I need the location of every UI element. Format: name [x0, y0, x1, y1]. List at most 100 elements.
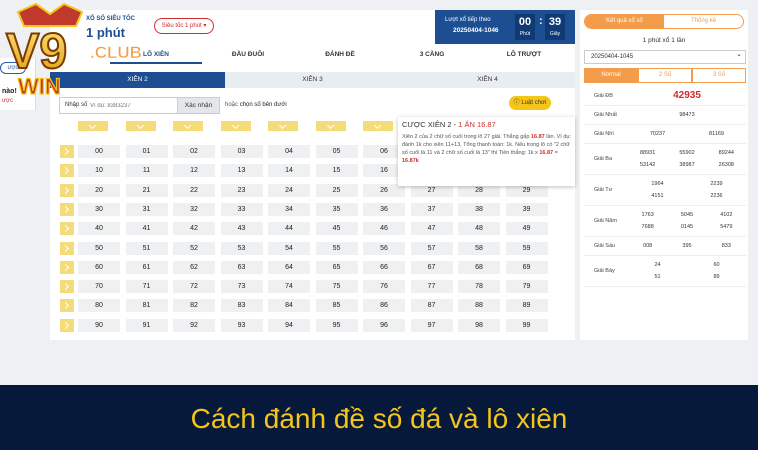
number-cell[interactable]: 63 [220, 260, 263, 274]
number-cell[interactable]: 41 [125, 222, 168, 236]
number-cell[interactable]: 30 [78, 202, 120, 216]
column-select-chevron[interactable] [78, 121, 108, 131]
number-cell[interactable]: 77 [410, 280, 453, 294]
number-cell[interactable]: 74 [268, 280, 310, 294]
number-cell[interactable]: 00 [78, 145, 120, 158]
number-cell[interactable]: 73 [220, 280, 263, 294]
row-select-arrow[interactable] [60, 241, 74, 255]
row-select-arrow[interactable] [60, 222, 74, 236]
number-cell[interactable]: 60 [78, 260, 120, 274]
number-cell[interactable]: 42 [173, 222, 215, 236]
number-cell[interactable]: 31 [125, 202, 168, 216]
number-cell[interactable]: 03 [220, 145, 263, 158]
subtab-xien-3[interactable]: XIÊN 3 [225, 72, 400, 88]
number-cell[interactable]: 62 [173, 260, 215, 274]
column-select-chevron[interactable] [268, 121, 298, 131]
number-cell[interactable]: 11 [125, 164, 168, 178]
number-cell[interactable]: 54 [268, 241, 310, 255]
number-cell[interactable]: 55 [315, 241, 358, 255]
number-cell[interactable]: 99 [505, 318, 548, 332]
number-cell[interactable]: 53 [220, 241, 263, 255]
mode-3-so[interactable]: 3 Số [692, 68, 746, 83]
number-cell[interactable]: 40 [78, 222, 120, 236]
number-cell[interactable]: 37 [410, 202, 453, 216]
draw-id-select[interactable]: 20250404-1045 [584, 49, 746, 64]
number-cell[interactable]: 10 [78, 164, 120, 178]
choose-below-link[interactable]: chọn số bên dưới [240, 102, 287, 108]
number-cell[interactable]: 70 [78, 280, 120, 294]
number-cell[interactable]: 35 [315, 202, 358, 216]
column-select-chevron[interactable] [220, 121, 251, 131]
subtab-xien-4[interactable]: XIÊN 4 [400, 72, 575, 88]
number-cell[interactable]: 23 [220, 183, 263, 197]
row-select-arrow[interactable] [60, 299, 74, 313]
number-cell[interactable]: 52 [173, 241, 215, 255]
number-cell[interactable]: 44 [268, 222, 310, 236]
number-cell[interactable]: 13 [220, 164, 263, 178]
number-cell[interactable]: 97 [410, 318, 453, 332]
number-cell[interactable]: 22 [173, 183, 215, 197]
tab-dau-duoi[interactable]: ĐẦU ĐUÔI [202, 48, 294, 64]
number-cell[interactable]: 84 [268, 299, 310, 313]
mode-2-so[interactable]: 2 Số [638, 68, 692, 83]
number-cell[interactable]: 92 [173, 318, 215, 332]
number-cell[interactable]: 98 [458, 318, 500, 332]
row-select-arrow[interactable] [60, 280, 74, 294]
number-cell[interactable]: 20 [78, 183, 120, 197]
row-select-arrow[interactable] [60, 164, 74, 178]
number-cell[interactable]: 86 [363, 299, 405, 313]
tab-danh-de[interactable]: ĐÁNH ĐỀ [294, 48, 386, 64]
number-cell[interactable]: 87 [410, 299, 453, 313]
confirm-button[interactable]: Xác nhận [177, 98, 219, 113]
number-cell[interactable]: 89 [505, 299, 548, 313]
brand-logo[interactable]: V9 .CLUB WIN [0, 0, 150, 105]
number-cell[interactable]: 51 [125, 241, 168, 255]
tab-lo-truot[interactable]: LÔ TRƯỢT [478, 48, 570, 64]
number-cell[interactable]: 05 [315, 145, 358, 158]
number-cell[interactable]: 45 [315, 222, 358, 236]
number-cell[interactable]: 72 [173, 280, 215, 294]
number-cell[interactable]: 88 [458, 299, 500, 313]
tab-results[interactable]: Kết quả xổ số [585, 15, 664, 28]
tab-3-cang[interactable]: 3 CÀNG [386, 48, 478, 64]
number-cell[interactable]: 49 [505, 222, 548, 236]
number-cell[interactable]: 82 [173, 299, 215, 313]
number-cell[interactable]: 85 [315, 299, 358, 313]
tab-statistics[interactable]: Thống kê [664, 15, 743, 28]
number-cell[interactable]: 04 [268, 145, 310, 158]
number-cell[interactable]: 01 [125, 145, 168, 158]
number-cell[interactable]: 48 [458, 222, 500, 236]
number-cell[interactable]: 15 [315, 164, 358, 178]
number-cell[interactable]: 94 [268, 318, 310, 332]
number-cell[interactable]: 91 [125, 318, 168, 332]
number-cell[interactable]: 76 [363, 280, 405, 294]
number-cell[interactable]: 24 [268, 183, 310, 197]
number-cell[interactable]: 56 [363, 241, 405, 255]
number-cell[interactable]: 83 [220, 299, 263, 313]
number-cell[interactable]: 65 [315, 260, 358, 274]
number-cell[interactable]: 39 [505, 202, 548, 216]
number-cell[interactable]: 67 [410, 260, 453, 274]
number-cell[interactable]: 32 [173, 202, 215, 216]
number-cell[interactable]: 57 [410, 241, 453, 255]
number-cell[interactable]: 78 [458, 280, 500, 294]
number-cell[interactable]: 47 [410, 222, 453, 236]
number-cell[interactable]: 46 [363, 222, 405, 236]
number-cell[interactable]: 80 [78, 299, 120, 313]
row-select-arrow[interactable] [60, 260, 74, 274]
number-cell[interactable]: 36 [363, 202, 405, 216]
row-select-arrow[interactable] [60, 183, 74, 197]
number-cell[interactable]: 66 [363, 260, 405, 274]
number-cell[interactable]: 71 [125, 280, 168, 294]
mode-normal[interactable]: Normal [584, 68, 638, 83]
number-cell[interactable]: 21 [125, 183, 168, 197]
number-cell[interactable]: 02 [173, 145, 215, 158]
column-select-chevron[interactable] [363, 121, 393, 131]
row-select-arrow[interactable] [60, 318, 74, 332]
number-cell[interactable]: 95 [315, 318, 358, 332]
number-cell[interactable]: 58 [458, 241, 500, 255]
number-cell[interactable]: 75 [315, 280, 358, 294]
number-cell[interactable]: 25 [315, 183, 358, 197]
column-select-chevron[interactable] [125, 121, 156, 131]
number-cell[interactable]: 14 [268, 164, 310, 178]
